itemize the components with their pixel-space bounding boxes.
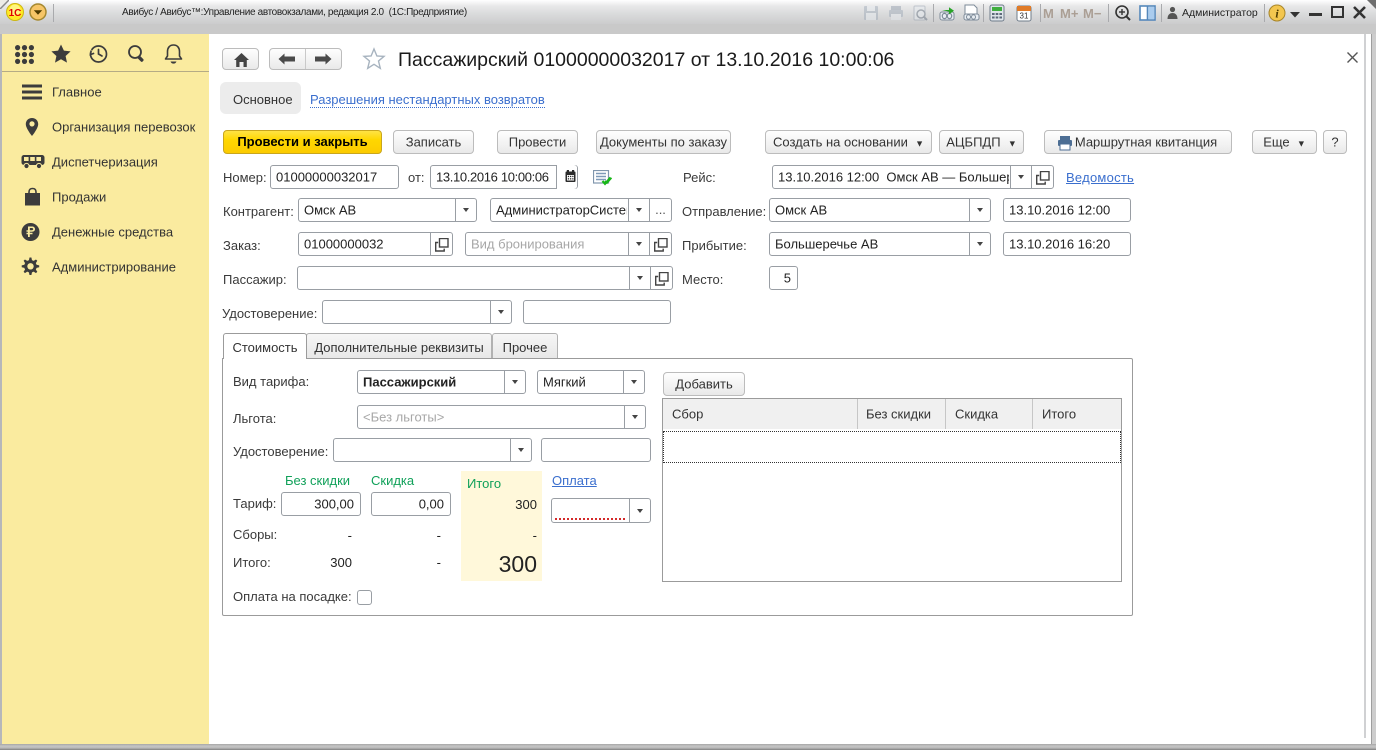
svg-text:1C: 1C bbox=[9, 8, 22, 19]
svg-text:31: 31 bbox=[1020, 12, 1029, 21]
